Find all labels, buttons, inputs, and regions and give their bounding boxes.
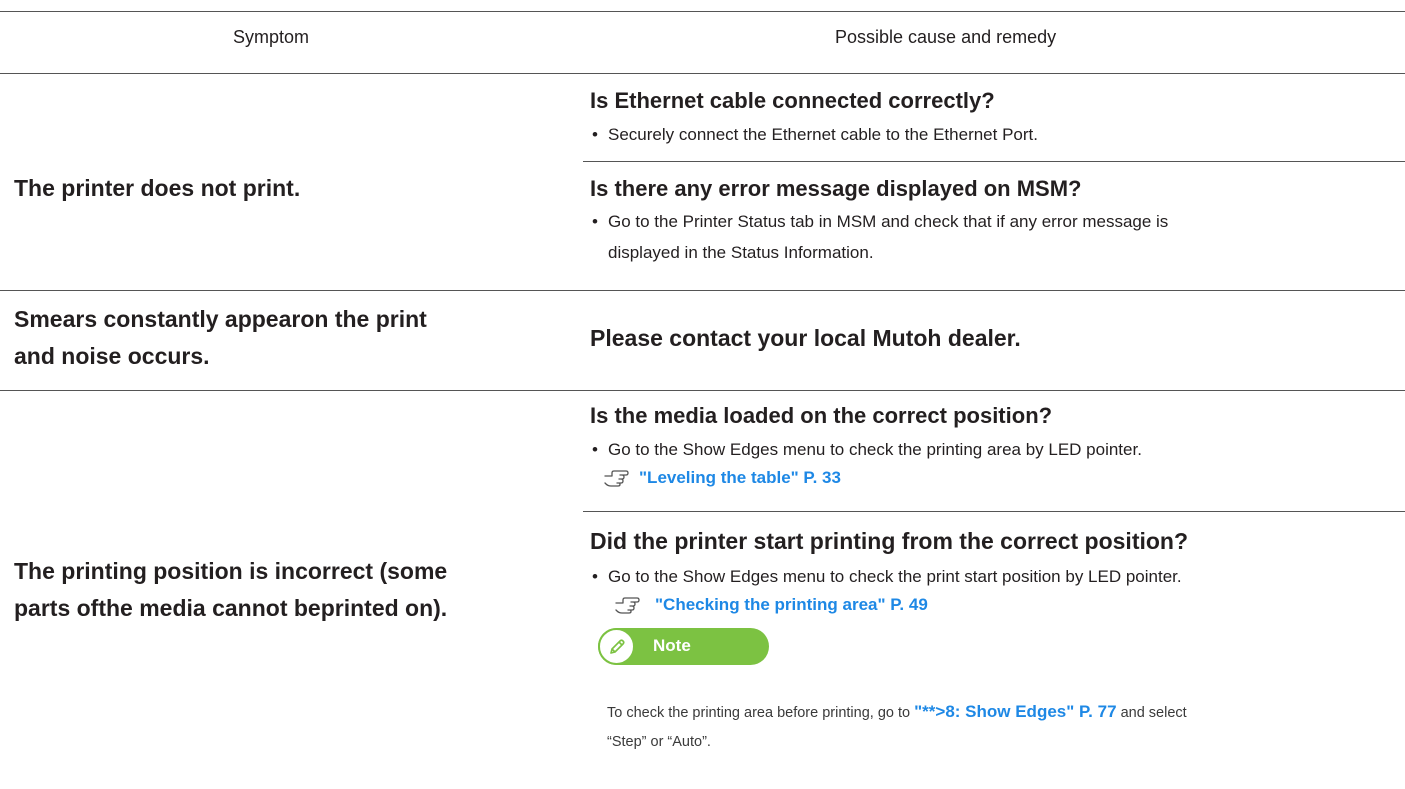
note-text-before: To check the printing area before printi… [607, 705, 911, 721]
note-badge: Note [598, 628, 769, 665]
symptom-row-2: Smears constantly appearon the print and… [14, 301, 427, 375]
question-ethernet: Is Ethernet cable connected correctly? [590, 88, 995, 113]
question-msm-error: Is there any error message displayed on … [590, 176, 1082, 201]
question-start-position: Did the printer start printing from the … [590, 528, 1189, 554]
row-2-bottom-rule [0, 390, 1405, 391]
header-symptom: Symptom [233, 27, 310, 47]
note-icon-circle [598, 628, 635, 665]
bullet-dot: • [592, 125, 598, 144]
bullet-text: Go to the Show Edges menu to check the p… [608, 440, 1142, 459]
note-text-line2: “Step” or “Auto”. [607, 734, 711, 750]
symptom-row-1: The printer does not print. [14, 175, 301, 201]
bullet-dot: • [592, 212, 598, 231]
header-bottom-rule [0, 73, 1405, 74]
bullet-media-loaded: • Go to the Show Edges menu to check the … [592, 434, 1142, 465]
contact-dealer: Please contact your local Mutoh dealer. [590, 325, 1021, 351]
bullet-text: Securely connect the Ethernet cable to t… [608, 125, 1038, 144]
bullet-msm-error: • Go to the Printer Status tab in MSM and… [592, 206, 1168, 268]
symptom-line: Smears constantly appearon the print [14, 306, 427, 332]
note-text-after: and select [1120, 705, 1187, 721]
reference-leveling-table[interactable]: "Leveling the table" P. 33 [603, 468, 841, 488]
reference-checking-printing-area[interactable]: "Checking the printing area" P. 49 [613, 595, 928, 615]
pencil-icon [609, 638, 625, 654]
bullet-text: Go to the Printer Status tab in MSM and … [608, 212, 1169, 231]
bullet-start-position: • Go to the Show Edges menu to check the … [592, 561, 1182, 592]
header-remedy: Possible cause and remedy [835, 27, 1057, 47]
note-text: To check the printing area before printi… [607, 697, 1382, 757]
row-3-inner-rule [583, 511, 1405, 512]
note-link-show-edges[interactable]: "**>8: Show Edges" P. 77 [914, 702, 1116, 721]
note-label: Note [653, 636, 691, 655]
bullet-dot: • [592, 440, 598, 459]
symptom-row-3: The printing position is incorrect (some… [14, 553, 447, 627]
symptom-line: and noise occurs. [14, 343, 210, 369]
bullet-ethernet: • Securely connect the Ethernet cable to … [592, 119, 1038, 150]
pointing-hand-icon [604, 470, 629, 487]
bullet-dot: • [592, 567, 598, 586]
row-1-bottom-rule [0, 290, 1405, 291]
question-media-loaded: Is the media loaded on the correct posit… [590, 403, 1053, 428]
reference-text: "Leveling the table" P. 33 [639, 468, 841, 487]
symptom-line: parts ofthe media cannot beprinted on). [14, 595, 448, 621]
reference-text: "Checking the printing area" P. 49 [655, 595, 928, 614]
pointing-hand-icon [615, 597, 640, 614]
symptom-line: The printing position is incorrect (some [14, 558, 448, 584]
bullet-text: Go to the Show Edges menu to check the p… [608, 567, 1182, 586]
row-1-inner-rule [583, 161, 1405, 162]
table-top-rule [0, 11, 1405, 12]
bullet-text-continued: displayed in the Status Information. [608, 243, 874, 262]
